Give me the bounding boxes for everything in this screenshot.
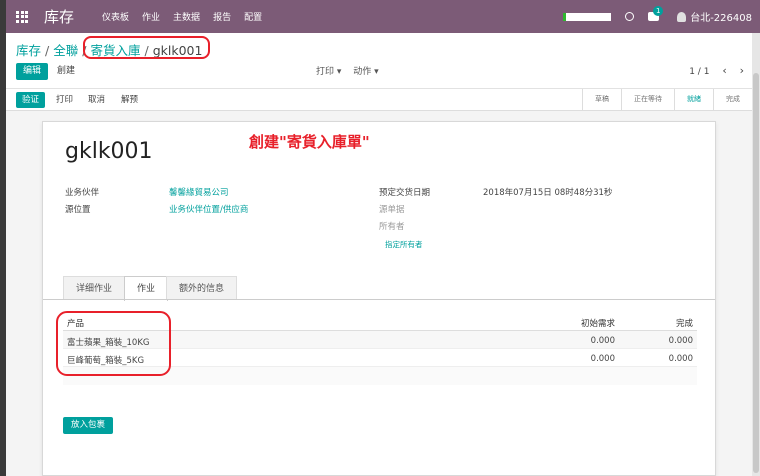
menu-reporting[interactable]: 报告 [213, 10, 231, 23]
pager-next-icon[interactable]: › [740, 64, 744, 77]
notification-badge: 1 [653, 6, 664, 16]
column-initial-demand[interactable]: 初始需求 [581, 317, 615, 329]
done-cell: 0.000 [668, 336, 693, 346]
done-cell: 0.000 [668, 354, 693, 364]
put-in-pack-button[interactable]: 放入包裹 [63, 417, 114, 434]
action-toolbar: 打印 ▾ 动作 ▾ [316, 64, 388, 77]
form-statusbar: 验证 打印 取消 解预 草稿 正在等待 就緒 完成 [6, 88, 752, 111]
scheduled-date-value: 2018年07月15日 08时48分31秒 [483, 188, 613, 198]
stage-draft: 草稿 [582, 89, 621, 110]
stage-bar: 草稿 正在等待 就緒 完成 [582, 89, 752, 110]
annotation-text: 創建"寄貨入庫單" [249, 133, 370, 151]
stage-ready: 就緒 [674, 89, 713, 110]
top-navbar: 库存 仪表板 作业 主数据 报告 配置 1 台北-226408 [6, 0, 760, 33]
user-name[interactable]: 台北-226408 [690, 9, 752, 24]
partner-label: 业务伙伴 [65, 188, 100, 198]
menu-master-data[interactable]: 主数据 [173, 10, 200, 23]
app-title: 库存 [44, 8, 75, 26]
breadcrumb-highlight-annotation [83, 36, 210, 59]
notebook-tabs: 详细作业 作业 额外的信息 [63, 273, 697, 301]
demand-cell: 0.000 [590, 354, 615, 364]
demand-cell: 0.000 [590, 336, 615, 346]
user-avatar-icon[interactable] [677, 11, 687, 22]
form-sheet: gklk001 創建"寄貨入庫單" 业务伙伴 馨馨緣貿易公司 源位置 业务伙伴位… [42, 121, 716, 476]
validate-button[interactable]: 验证 [16, 92, 46, 108]
print-button[interactable]: 打印 [56, 92, 73, 108]
tab-extra-info[interactable]: 额外的信息 [166, 276, 238, 300]
owner-label: 所有者 [379, 222, 405, 232]
breadcrumb-root[interactable]: 库存 [16, 43, 41, 58]
origin-label: 源单据 [379, 205, 405, 215]
apps-menu-icon[interactable] [16, 10, 30, 23]
menu-operations[interactable]: 作业 [142, 10, 160, 23]
pager-value[interactable]: 1 / 1 [689, 67, 709, 77]
print-dropdown[interactable]: 打印 ▾ [316, 67, 341, 77]
assign-owner-link[interactable]: 指定所有者 [385, 239, 423, 250]
unreserve-button[interactable]: 解预 [121, 92, 138, 108]
stage-waiting: 正在等待 [621, 89, 674, 110]
scheduled-date-label: 预定交货日期 [379, 188, 431, 198]
create-button[interactable]: 創建 [57, 63, 75, 80]
partner-value[interactable]: 馨馨緣貿易公司 [169, 186, 229, 198]
cancel-button[interactable]: 取消 [88, 92, 105, 108]
scrollbar-thumb[interactable] [753, 73, 759, 473]
column-done[interactable]: 完成 [676, 317, 693, 329]
pager: 1 / 1 ‹ › [689, 64, 744, 77]
tab-detailed-operations[interactable]: 详细作业 [63, 276, 126, 300]
stage-done: 完成 [713, 89, 752, 110]
scrollbar-track[interactable] [752, 33, 760, 476]
pager-prev-icon[interactable]: ‹ [722, 64, 726, 77]
progress-widget[interactable] [563, 12, 612, 21]
tab-operations[interactable]: 作业 [124, 276, 169, 301]
source-location-label: 源位置 [65, 205, 91, 215]
chat-icon[interactable]: 1 [648, 6, 664, 21]
menu-dashboard[interactable]: 仪表板 [102, 10, 129, 23]
source-location-value[interactable]: 业务伙伴位置/供应商 [169, 203, 248, 215]
breadcrumb-level1[interactable]: 全聯 [53, 43, 78, 58]
edit-button[interactable]: 编辑 [16, 63, 49, 80]
products-highlight-annotation [56, 311, 171, 376]
tab-divider [43, 299, 715, 300]
action-dropdown[interactable]: 动作 ▾ [353, 67, 378, 77]
clock-icon[interactable] [625, 12, 635, 21]
menu-configuration[interactable]: 配置 [244, 10, 262, 23]
record-title: gklk001 [65, 139, 153, 164]
